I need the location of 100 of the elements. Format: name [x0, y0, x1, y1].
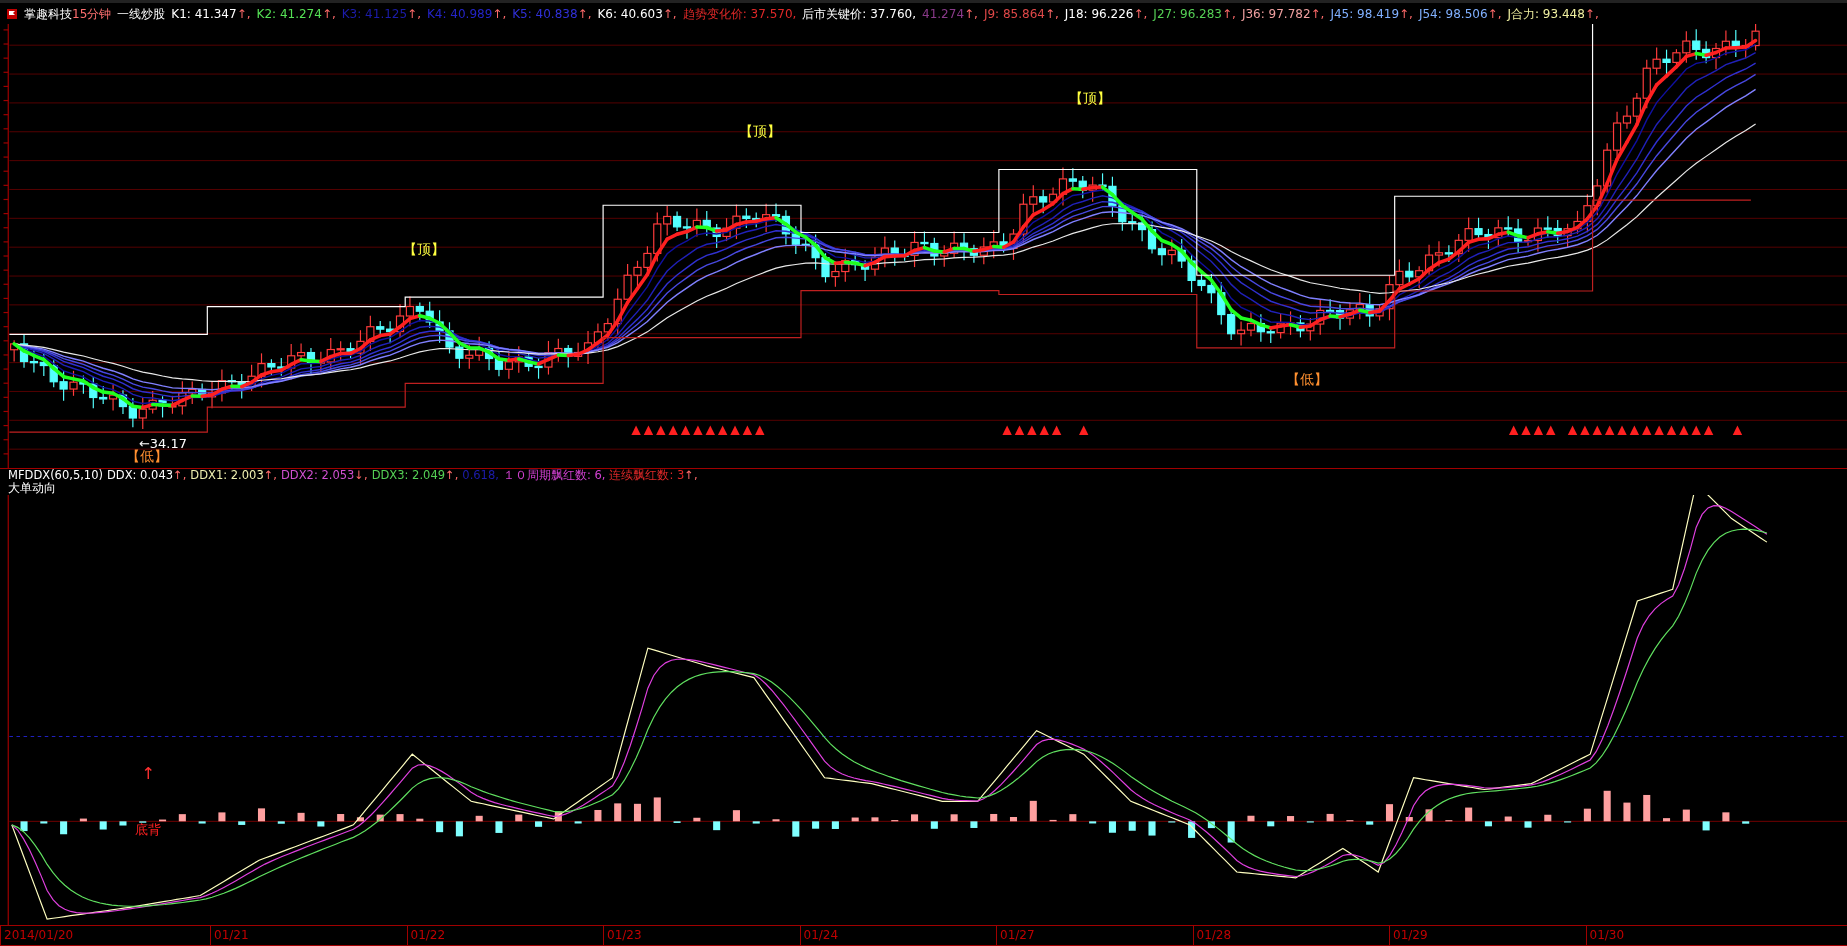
- trend-arrow: ↑,: [662, 5, 677, 23]
- ddx-bar: [1544, 814, 1552, 822]
- ddx-bar: [535, 821, 543, 827]
- ddx-bar: [1227, 821, 1235, 843]
- ddx-bar: [515, 814, 523, 822]
- ddx-bar: [970, 821, 978, 828]
- indicator-name: MFDDX(60,5,10): [8, 469, 103, 482]
- trend-arrow: ↑,: [1487, 5, 1502, 23]
- indicator-reading: K1: 41.347: [171, 5, 237, 23]
- ddx-bar: [1247, 815, 1255, 822]
- ddx-bar: [455, 821, 463, 837]
- ddx-bar: [1089, 821, 1097, 824]
- indicator-reading: K6: 40.603: [597, 5, 663, 23]
- ddx-bar: [1742, 821, 1750, 824]
- ddx-bar: [614, 803, 622, 822]
- ddx-bar: [713, 821, 721, 831]
- ddx-bar: [1207, 821, 1215, 829]
- ddx-bar: [60, 821, 68, 835]
- trend-arrow: ↑,: [964, 5, 978, 23]
- ddx-bar: [633, 803, 642, 822]
- trend-arrow: ↑,: [407, 5, 421, 23]
- date-label: 01/23: [607, 928, 642, 942]
- ddx-bar: [218, 812, 226, 822]
- ddx-bar: [436, 821, 444, 833]
- ddx-bar: [1366, 821, 1374, 825]
- ddx-bar: [1009, 817, 1018, 822]
- indicator-reading: DDX1: 2.003: [190, 469, 264, 482]
- indicator-reading: J45: 98.419: [1330, 5, 1400, 23]
- trend-arrow: ↑,: [321, 5, 336, 23]
- ddx-bar: [831, 821, 839, 829]
- ddx-bar: [930, 821, 938, 829]
- ddx-bar: [574, 821, 582, 824]
- indicator-reading: K4: 40.989: [427, 5, 493, 23]
- ddx-bar: [1643, 794, 1651, 822]
- ddx-bar: [1128, 821, 1136, 831]
- ddx-bar: [20, 821, 28, 832]
- ddx-bar: [1484, 821, 1492, 827]
- ddx-bar: [356, 817, 364, 822]
- indicator-reading: J27: 96.283: [1153, 5, 1222, 23]
- indicator-reading: DDX: 0.043: [107, 469, 174, 482]
- trend-arrow: ↑,: [445, 469, 459, 482]
- indicator-reading: 41.274: [922, 5, 965, 23]
- ddx-bar: [1148, 821, 1156, 836]
- ddx-bar: [911, 814, 919, 822]
- trend-arrow: ↑,: [263, 469, 277, 482]
- ddx-bar: [257, 808, 266, 822]
- ddx-bar: [1702, 821, 1710, 831]
- date-label: 01/21: [214, 928, 249, 942]
- ddx-bar: [1029, 800, 1037, 822]
- indicator-reading: J9: 85.864: [983, 5, 1045, 23]
- date-label: 01/24: [803, 928, 839, 942]
- ddx-bar: [1722, 812, 1730, 822]
- ddx-bar: [178, 814, 186, 822]
- indicator-reading: 0.618,: [462, 469, 499, 482]
- ddx-bar: [1108, 821, 1116, 833]
- indicator-reading: K2: 41.274: [256, 5, 322, 23]
- indicator-reading: 连续飘红数: 3: [609, 469, 685, 482]
- ddx-bar: [198, 821, 206, 824]
- indicator-reading: J18: 96.226: [1064, 5, 1134, 23]
- indicator-reading: DDX2: 2.053: [281, 469, 355, 482]
- ddx-bar: [594, 810, 602, 822]
- trend-arrow: ↑,: [173, 469, 187, 482]
- ddx-bar: [495, 821, 503, 833]
- indicator-reading: J54: 98.506: [1418, 5, 1488, 23]
- ddx-bar: [159, 819, 167, 822]
- ddx-bar: [1188, 821, 1196, 838]
- indicator-reading: 趋势变化价: 37.570,: [682, 5, 797, 23]
- date-label: 01/29: [1393, 928, 1428, 942]
- signal-label: 【低】: [126, 447, 169, 464]
- ddx-bar: [119, 821, 127, 826]
- ddx-bar: [376, 814, 384, 822]
- ddx-bar: [1504, 816, 1512, 822]
- trend-arrow: ↑,: [236, 5, 251, 23]
- ddx-bar: [1385, 804, 1393, 822]
- ddx-bar: [732, 810, 740, 822]
- signal-label: 【顶】: [738, 122, 781, 139]
- ddx-bar: [990, 813, 998, 822]
- ddx-bar: [772, 819, 780, 822]
- signal-label: 【低】: [1286, 371, 1329, 388]
- signal-label: 【顶】: [403, 240, 446, 257]
- trend-arrow: ↑,: [1222, 5, 1236, 23]
- signal-label: 底背: [135, 822, 162, 838]
- ddx-bar: [752, 821, 760, 824]
- ddx-bar: [277, 821, 285, 824]
- indicator-reading: 后市关键价: 37.760,: [802, 5, 917, 23]
- ddx-bar: [99, 821, 107, 830]
- ddx-bar: [792, 821, 800, 837]
- indicator-reading: DDX3: 2.049: [371, 469, 445, 482]
- ddx-bar: [416, 818, 424, 822]
- signal-arrow: ↑: [141, 763, 156, 783]
- ddx-bar: [1049, 819, 1057, 822]
- indicator-reading: １０周期飘红数: 6,: [502, 469, 606, 482]
- ddx-bar: [1405, 817, 1413, 822]
- ddx-bar: [1287, 816, 1295, 822]
- date-label: 01/30: [1589, 928, 1625, 942]
- date-label: 2014/01/20: [4, 928, 74, 942]
- ddx-bar: [475, 815, 483, 822]
- trend-arrow: ↑,: [1310, 5, 1325, 23]
- ddx-bar: [337, 814, 345, 822]
- chart-period: 15分钟: [72, 6, 112, 21]
